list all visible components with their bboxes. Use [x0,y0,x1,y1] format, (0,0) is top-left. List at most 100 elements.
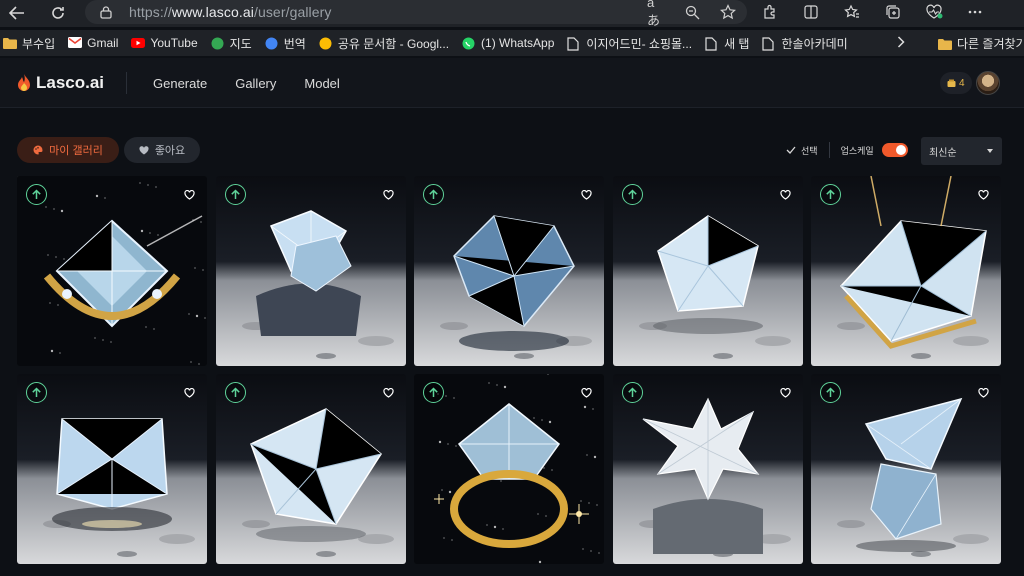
heart-icon[interactable] [580,386,593,399]
likes-tab[interactable]: 좋아요 [124,137,200,163]
bookmark-item[interactable]: (1) WhatsApp [462,36,554,50]
my-gallery-label: 마이 갤러리 [49,145,103,157]
upscale-arrow-icon[interactable] [820,382,841,403]
gallery-card[interactable] [811,374,1001,564]
heart-filled-icon [139,145,149,154]
heart-icon[interactable] [183,386,196,399]
credit-count: 4 [959,77,965,89]
upscale-arrow-icon[interactable] [820,184,841,205]
browser-toolbar: https://www.lasco.ai/user/gallery aあ [0,0,1024,28]
lasco-logo[interactable]: Lasco.ai [17,73,104,93]
gallery-image [612,374,803,564]
upscale-arrow-icon[interactable] [224,382,246,403]
gallery-grid [17,176,1002,564]
folder-icon [3,37,17,49]
url-text[interactable]: https://www.lasco.ai/user/gallery [129,4,332,20]
gallery-card[interactable] [811,176,1001,366]
extensions-icon[interactable] [760,2,780,22]
heart-icon[interactable] [382,188,395,201]
gallery-card[interactable] [17,374,207,564]
sort-value: 최신순 [929,147,957,159]
checkmark-icon [786,146,796,154]
browser-toolbar-icons [760,2,985,22]
upscale-arrow-icon[interactable] [621,184,643,205]
page-icon [762,37,776,51]
browser-health-icon[interactable] [924,2,944,22]
folder-icon [938,38,952,50]
gallery-card[interactable] [414,176,604,366]
zoom-icon[interactable] [683,3,701,21]
gallery-image [414,374,604,564]
favorite-star-icon[interactable] [719,3,737,21]
gallery-card[interactable] [612,374,803,564]
heart-icon[interactable] [183,188,196,201]
upscale-arrow-icon[interactable] [26,382,47,403]
bookmark-item[interactable]: 부수입 [3,35,55,52]
upscale-toggle[interactable] [881,143,908,157]
favorites-icon[interactable] [842,2,862,22]
gallery-image [612,176,803,366]
credit-badge[interactable]: 4 [940,72,972,94]
select-mode-button[interactable]: 선택 [801,144,818,157]
nav-model[interactable]: Model [304,76,339,91]
address-actions: aあ [647,0,737,28]
bookmark-item[interactable]: 새 탭 [705,35,749,52]
likes-label: 좋아요 [154,145,186,157]
bookmarks-bar: 부수입 Gmail YouTube 지도 번역 공유 문서함 - Googl... (1) … [0,30,1024,56]
bookmark-item[interactable]: 한솔아카데미 [762,35,848,52]
upscale-arrow-icon[interactable] [423,382,444,403]
reader-mode-icon[interactable]: aあ [647,0,665,28]
nav-generate[interactable]: Generate [153,76,207,91]
header-divider [126,72,127,94]
gallery-card[interactable] [215,374,406,564]
page-icon [705,37,719,51]
bookmarks-overflow-chevron-icon[interactable] [897,35,905,51]
bookmark-label: 새 탭 [724,36,750,51]
bookmark-item[interactable]: 공유 문서함 - Googl... [319,35,449,52]
gallery-card[interactable] [414,374,604,564]
upscale-arrow-icon[interactable] [224,184,246,205]
heart-icon[interactable] [779,188,792,201]
split-screen-icon[interactable] [801,2,821,22]
controls-divider [828,142,830,158]
heart-icon[interactable] [977,188,990,201]
drive-icon [319,37,333,50]
upscale-arrow-icon[interactable] [423,184,444,205]
bookmark-item[interactable]: Gmail [68,36,118,50]
bookmark-item[interactable]: 이지어드민- 쇼핑몰... [567,35,692,52]
bookmark-item[interactable]: 지도 [211,35,252,52]
heart-icon[interactable] [382,386,395,399]
url-scheme: https:// [129,4,172,20]
lasco-logo-icon [18,74,30,91]
gallery-controls: 선택 업스케일 [786,142,908,158]
more-options-icon[interactable] [965,2,985,22]
gallery-card[interactable] [612,176,803,366]
heart-icon[interactable] [977,386,990,399]
gallery-card[interactable] [17,176,207,366]
heart-icon[interactable] [779,386,792,399]
maps-icon [211,37,225,50]
address-bar[interactable]: https://www.lasco.ai/user/gallery aあ [85,0,747,28]
bookmark-label: 공유 문서함 - Googl... [337,36,450,51]
youtube-icon [131,37,146,49]
chevron-down-icon [987,149,993,153]
coin-icon [947,79,956,87]
bookmark-item[interactable]: 번역 [265,35,306,52]
upscale-arrow-icon[interactable] [26,184,47,205]
my-gallery-tab[interactable]: 마이 갤러리 [17,137,119,163]
upscale-arrow-icon[interactable] [621,382,643,403]
reload-icon[interactable] [47,2,69,24]
lock-icon[interactable] [99,5,113,19]
other-favorites-folder[interactable]: 다른 즐겨찾기 [938,35,1024,52]
gallery-card[interactable] [215,176,406,366]
user-avatar[interactable] [976,71,1000,95]
sort-dropdown[interactable]: 최신순 [921,137,1002,165]
app-header: Lasco.ai Generate Gallery Model 4 [0,58,1024,108]
heart-icon[interactable] [580,188,593,201]
nav-gallery[interactable]: Gallery [235,76,276,91]
back-arrow-icon[interactable] [6,2,28,24]
upscale-label: 업스케일 [840,145,874,156]
gallery-image [811,176,1001,366]
bookmark-item[interactable]: YouTube [131,36,198,50]
collections-icon[interactable] [883,2,903,22]
